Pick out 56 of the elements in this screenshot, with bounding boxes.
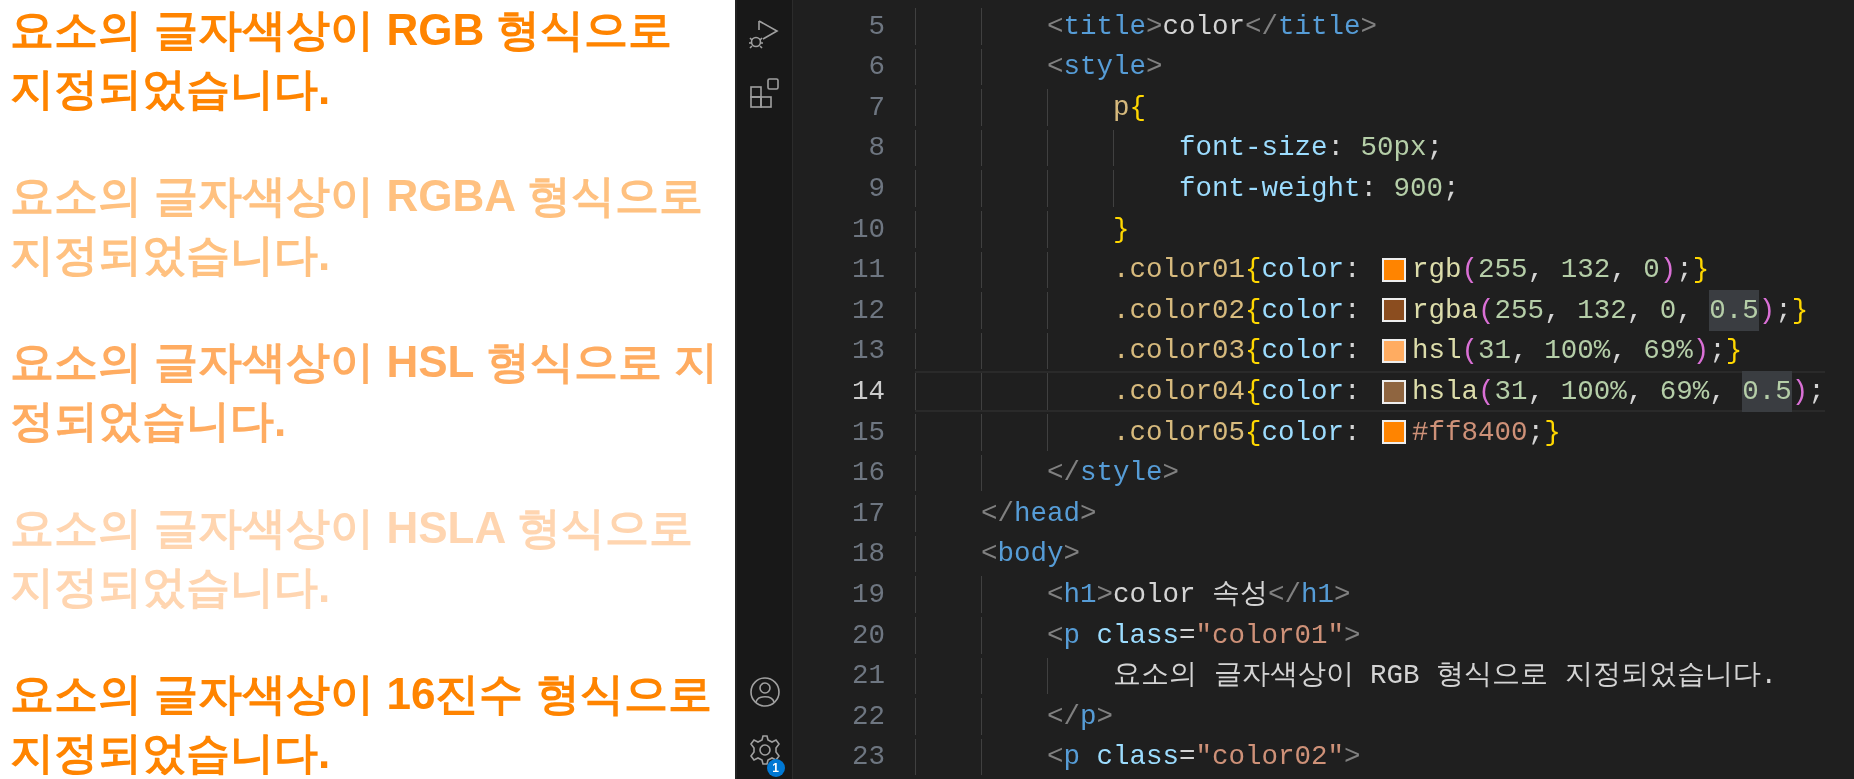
line-number: 5 xyxy=(868,9,885,44)
code-text: </style> xyxy=(1047,456,1180,491)
color-swatch[interactable] xyxy=(1382,298,1407,323)
code-text: hsla(31, 100%, 69%, 0.5); xyxy=(1412,373,1825,410)
line-number: 6 xyxy=(868,50,885,85)
preview-paragraph: 요소의 글자색상이 HSL 형식으로 지정되었습니다. xyxy=(10,336,720,447)
code-text: font-size: 50px; xyxy=(1179,131,1444,166)
code-text: .color04{color: xyxy=(1113,375,1362,409)
code-text: <p class="color01"> xyxy=(1047,618,1361,653)
code-text: hsl(31, 100%, 69%);} xyxy=(1412,334,1743,369)
line-number: 22 xyxy=(852,699,885,734)
code-text: <style> xyxy=(1047,50,1163,85)
preview-paragraph: 요소의 글자색상이 RGB 형식으로 지정되었습니다. xyxy=(10,4,674,115)
line-number: 12 xyxy=(852,293,885,328)
line-number: 17 xyxy=(852,496,885,531)
code-text: .color02{color: xyxy=(1113,293,1362,328)
code-text: <body> xyxy=(981,537,1081,572)
code-text: } xyxy=(1113,212,1130,247)
color-swatch[interactable] xyxy=(1382,420,1407,445)
preview-paragraph: 요소의 글자색상이 HSLA 형식으로 지정되었습니다. xyxy=(10,502,694,613)
line-number: 21 xyxy=(852,659,885,694)
line-number: 7 xyxy=(868,90,885,125)
line-number: 19 xyxy=(852,578,885,612)
code-text: <h1>color 속성</h1> xyxy=(1047,578,1351,612)
preview-paragraph: 요소의 글자색상이 RGBA 형식으로 지정되었습니다. xyxy=(10,170,704,281)
line-number: 20 xyxy=(852,618,885,653)
code-text: </p> xyxy=(1047,699,1114,734)
code-text: font-weight: 900; xyxy=(1179,172,1460,207)
color-swatch[interactable] xyxy=(1382,379,1407,404)
code-text: .color01{color: xyxy=(1113,253,1362,288)
line-number: 18 xyxy=(852,537,885,572)
line-number: 16 xyxy=(852,456,885,491)
color-swatch[interactable] xyxy=(1382,257,1407,282)
account-icon[interactable] xyxy=(748,676,781,708)
line-number: 15 xyxy=(852,415,885,450)
line-number: 11 xyxy=(852,253,885,288)
code-text: <p class="color02"> xyxy=(1047,740,1361,775)
line-number: 14 xyxy=(852,375,885,409)
code-text: <title>color</title> xyxy=(1047,9,1378,44)
code-text: rgb(255, 132, 0);} xyxy=(1412,253,1710,288)
code-text: rgba(255, 132, 0, 0.5);} xyxy=(1412,292,1809,329)
line-number: 10 xyxy=(852,212,885,247)
code-text: p{ xyxy=(1113,90,1147,125)
code-text: .color03{color: xyxy=(1113,334,1362,369)
code-text: .color05{color: xyxy=(1113,415,1362,450)
code-text: </head> xyxy=(981,496,1097,531)
preview-paragraph: 요소의 글자색상이 16진수 형식으로 지정되었습니다. xyxy=(10,668,713,779)
extensions-icon[interactable] xyxy=(748,77,781,109)
color-swatch[interactable] xyxy=(1382,339,1407,364)
code-text: 요소의 글자색상이 RGB 형식으로 지정되었습니다. xyxy=(1113,659,1778,694)
line-number: 23 xyxy=(852,740,885,775)
line-number: 9 xyxy=(868,172,885,207)
line-number: 13 xyxy=(852,334,885,369)
notification-badge: 1 xyxy=(766,759,785,777)
line-number: 8 xyxy=(868,131,885,166)
code-text: #ff8400;} xyxy=(1412,415,1561,450)
